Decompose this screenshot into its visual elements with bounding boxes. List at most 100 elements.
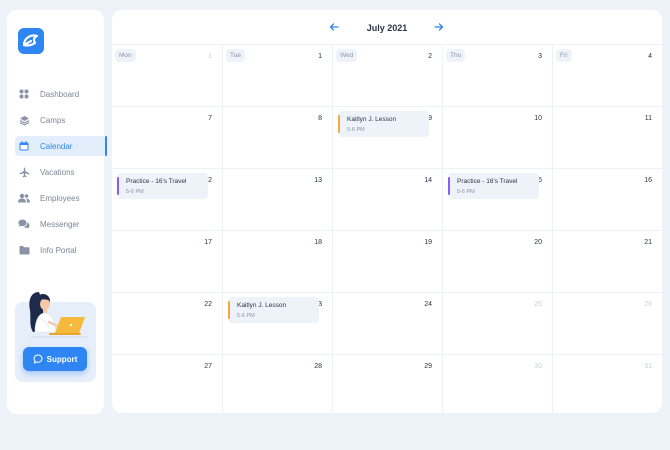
day-number: 3 — [538, 53, 542, 60]
day-number: 22 — [204, 301, 212, 308]
day-number: 31 — [644, 363, 652, 370]
event-time: 5-6 PM — [237, 313, 255, 319]
calendar-day-cell[interactable]: Fri 4 — [552, 44, 662, 106]
sidebar-item-messenger[interactable]: Messenger — [15, 214, 106, 234]
next-month-arrow-icon[interactable] — [433, 21, 445, 33]
calendar-panel: July 2021 Mon 1 Tue 1 Wed 2 Thu 3 Fri 4 7 8 9 Kaitlyn… — [112, 10, 662, 413]
sidebar-item-info-portal[interactable]: Info Portal — [15, 240, 106, 260]
layers-icon — [18, 114, 30, 126]
event-title: Kaitlyn J. Lesson — [347, 116, 397, 123]
calendar-day-cell[interactable]: 7 — [112, 106, 222, 168]
day-number: 20 — [534, 239, 542, 246]
calendar-day-cell[interactable]: 22 — [112, 292, 222, 354]
calendar-day-cell[interactable]: 27 — [112, 354, 222, 413]
day-number: 8 — [318, 115, 322, 122]
calendar-event[interactable]: Kaitlyn J. Lesson 5-6 PM — [228, 297, 319, 323]
sidebar-item-label: Calendar — [40, 141, 73, 151]
day-number: 4 — [648, 53, 652, 60]
calendar-day-cell[interactable]: 11 — [552, 106, 662, 168]
folder-icon — [18, 244, 30, 256]
calendar-day-cell[interactable]: 23Kaitlyn J. Lesson5-6 PM — [222, 292, 332, 354]
calendar-day-cell[interactable]: 20 — [442, 230, 552, 292]
sidebar-item-label: Vacations — [40, 167, 75, 177]
calendar-day-cell[interactable]: 16 — [552, 168, 662, 230]
calendar-event[interactable]: Practice - 16's Travel 5-6 PM — [117, 173, 208, 199]
weekday-label: Fri — [556, 49, 572, 62]
sidebar-item-employees[interactable]: Employees — [15, 188, 106, 208]
support-button[interactable]: Support — [23, 347, 87, 371]
sidebar: Dashboard Camps Calendar Vacations Employees… — [7, 10, 107, 414]
day-number: 19 — [424, 239, 432, 246]
dashboard-icon — [18, 88, 30, 100]
calendar-day-cell[interactable]: 24 — [332, 292, 442, 354]
calendar-day-cell[interactable]: 21 — [552, 230, 662, 292]
users-icon — [18, 192, 30, 204]
day-number: 1 — [318, 53, 322, 60]
event-color-bar — [117, 177, 119, 195]
plane-icon — [18, 166, 30, 178]
event-time: 5-6 PM — [457, 189, 475, 195]
day-number: 7 — [208, 115, 212, 122]
weekday-label: Thu — [446, 49, 466, 62]
calendar-day-cell[interactable]: 19 — [332, 230, 442, 292]
day-number: 18 — [314, 239, 322, 246]
day-number: 14 — [424, 177, 432, 184]
day-number: 16 — [644, 177, 652, 184]
day-number: 1 — [208, 53, 212, 60]
calendar-header: July 2021 — [112, 10, 662, 44]
calendar-day-cell[interactable]: 12 Practice - 16's Travel 5-6 PM — [112, 168, 222, 230]
sidebar-item-dashboard[interactable]: Dashboard — [15, 84, 106, 104]
sidebar-item-label: Dashboard — [40, 89, 80, 99]
day-number: 10 — [534, 115, 542, 122]
day-number: 28 — [314, 363, 322, 370]
weekday-label: Wed — [336, 49, 358, 62]
event-title: Practice - 16's Travel — [457, 178, 518, 185]
calendar-day-cell[interactable]: 30 — [442, 354, 552, 413]
day-number: 27 — [204, 363, 212, 370]
weekday-label: Tue — [226, 49, 245, 62]
day-number: 13 — [314, 177, 322, 184]
day-number: 25 — [534, 301, 542, 308]
day-number: 21 — [644, 239, 652, 246]
calendar-event[interactable]: Kaitlyn J. Lesson 5-6 PM — [338, 111, 429, 137]
calendar-day-cell[interactable]: 13 — [222, 168, 332, 230]
day-number: 26 — [644, 301, 652, 308]
calendar-day-cell[interactable]: 25 — [442, 292, 552, 354]
app-logo-icon[interactable] — [18, 28, 44, 54]
calendar-event[interactable]: Practice - 16's Travel 5-6 PM — [448, 173, 539, 199]
event-color-bar — [228, 301, 230, 319]
day-number: 2 — [428, 53, 432, 60]
calendar-day-cell[interactable]: Tue 1 — [222, 44, 332, 106]
event-time: 5-6 PM — [347, 127, 365, 133]
chat-bubble-icon — [33, 354, 43, 364]
calendar-day-cell[interactable]: Mon 1 — [112, 44, 222, 106]
sidebar-item-label: Info Portal — [40, 245, 77, 255]
calendar-day-cell[interactable]: 29 — [332, 354, 442, 413]
calendar-day-cell[interactable]: 15Practice - 16's Travel5-6 PM — [442, 168, 552, 230]
month-title: July 2021 — [366, 23, 408, 33]
day-number: 24 — [424, 301, 432, 308]
support-illustration — [29, 292, 87, 338]
weekday-label: Mon — [115, 49, 136, 62]
day-number: 29 — [424, 363, 432, 370]
support-label: Support — [46, 354, 78, 364]
calendar-day-cell[interactable]: 28 — [222, 354, 332, 413]
calendar-grid: Mon 1 Tue 1 Wed 2 Thu 3 Fri 4 7 8 9 Kaitlyn J. Lesson… — [112, 44, 662, 413]
event-title: Practice - 16's Travel — [126, 178, 187, 185]
calendar-day-cell[interactable]: 14 — [332, 168, 442, 230]
calendar-day-cell[interactable]: 17 — [112, 230, 222, 292]
sidebar-item-calendar[interactable]: Calendar — [15, 136, 107, 156]
calendar-day-cell[interactable]: 9 Kaitlyn J. Lesson 5-6 PM — [332, 106, 442, 168]
event-title: Kaitlyn J. Lesson — [237, 302, 287, 309]
sidebar-item-camps[interactable]: Camps — [15, 110, 106, 130]
calendar-icon — [18, 140, 30, 152]
sidebar-item-vacations[interactable]: Vacations — [15, 162, 106, 182]
calendar-day-cell[interactable]: Thu 3 — [442, 44, 552, 106]
calendar-day-cell[interactable]: 31 — [552, 354, 662, 413]
calendar-day-cell[interactable]: 8 — [222, 106, 332, 168]
calendar-day-cell[interactable]: 26 — [552, 292, 662, 354]
calendar-day-cell[interactable]: 10 — [442, 106, 552, 168]
calendar-day-cell[interactable]: 18 — [222, 230, 332, 292]
calendar-day-cell[interactable]: Wed 2 — [332, 44, 442, 106]
day-number: 30 — [534, 363, 542, 370]
